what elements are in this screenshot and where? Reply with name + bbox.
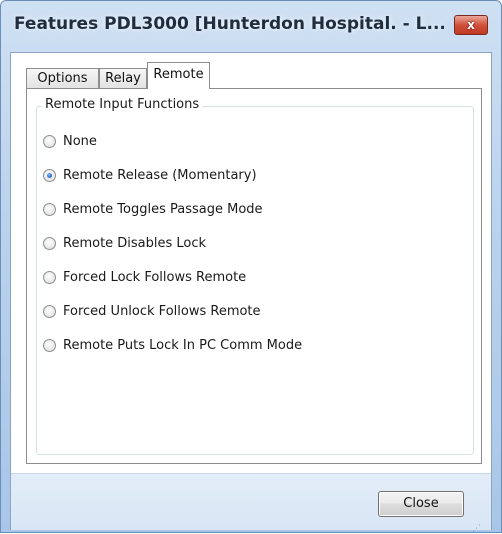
radio-label: Forced Lock Follows Remote bbox=[63, 270, 247, 285]
radio-button[interactable] bbox=[43, 169, 56, 182]
tab-strip: Options Relay Remote bbox=[11, 62, 493, 89]
tab-options-label: Options bbox=[37, 71, 88, 86]
radio-button[interactable] bbox=[43, 271, 56, 284]
radio-button[interactable] bbox=[43, 237, 56, 250]
tab-options[interactable]: Options bbox=[26, 68, 99, 88]
radio-button[interactable] bbox=[43, 339, 56, 352]
tab-remote[interactable]: Remote bbox=[147, 62, 210, 89]
window-close-button[interactable]: x bbox=[454, 15, 488, 35]
title-bar[interactable]: Features PDL3000 [Hunterdon Hospital. - … bbox=[1, 1, 501, 53]
close-icon: x bbox=[467, 18, 475, 32]
radio-label: Remote Release (Momentary) bbox=[63, 168, 257, 183]
tab-relay[interactable]: Relay bbox=[99, 68, 147, 88]
radio-label: Forced Unlock Follows Remote bbox=[63, 304, 261, 319]
radio-selected-dot bbox=[47, 173, 52, 178]
radio-label: Remote Disables Lock bbox=[63, 236, 207, 251]
radio-button[interactable] bbox=[43, 305, 56, 318]
radio-label: Remote Puts Lock In PC Comm Mode bbox=[63, 338, 303, 353]
window-title: Features PDL3000 [Hunterdon Hospital. - … bbox=[14, 14, 444, 34]
radio-label: None bbox=[63, 134, 97, 149]
dialog-window: Features PDL3000 [Hunterdon Hospital. - … bbox=[0, 0, 502, 534]
dialog-footer: Close bbox=[11, 473, 491, 530]
tab-remote-label: Remote bbox=[153, 67, 204, 82]
radio-button[interactable] bbox=[43, 203, 56, 216]
close-button[interactable]: Close bbox=[378, 491, 464, 517]
remote-tab-panel: Remote Input Functions None Remote Relea… bbox=[26, 88, 482, 464]
tab-relay-label: Relay bbox=[105, 71, 141, 86]
remote-input-functions-group: Remote Input Functions None Remote Relea… bbox=[36, 97, 474, 455]
radio-button[interactable] bbox=[43, 135, 56, 148]
group-label: Remote Input Functions bbox=[42, 97, 203, 112]
radio-label: Remote Toggles Passage Mode bbox=[63, 202, 263, 217]
dialog-client-area: Options Relay Remote Remote Input Functi… bbox=[10, 52, 492, 530]
